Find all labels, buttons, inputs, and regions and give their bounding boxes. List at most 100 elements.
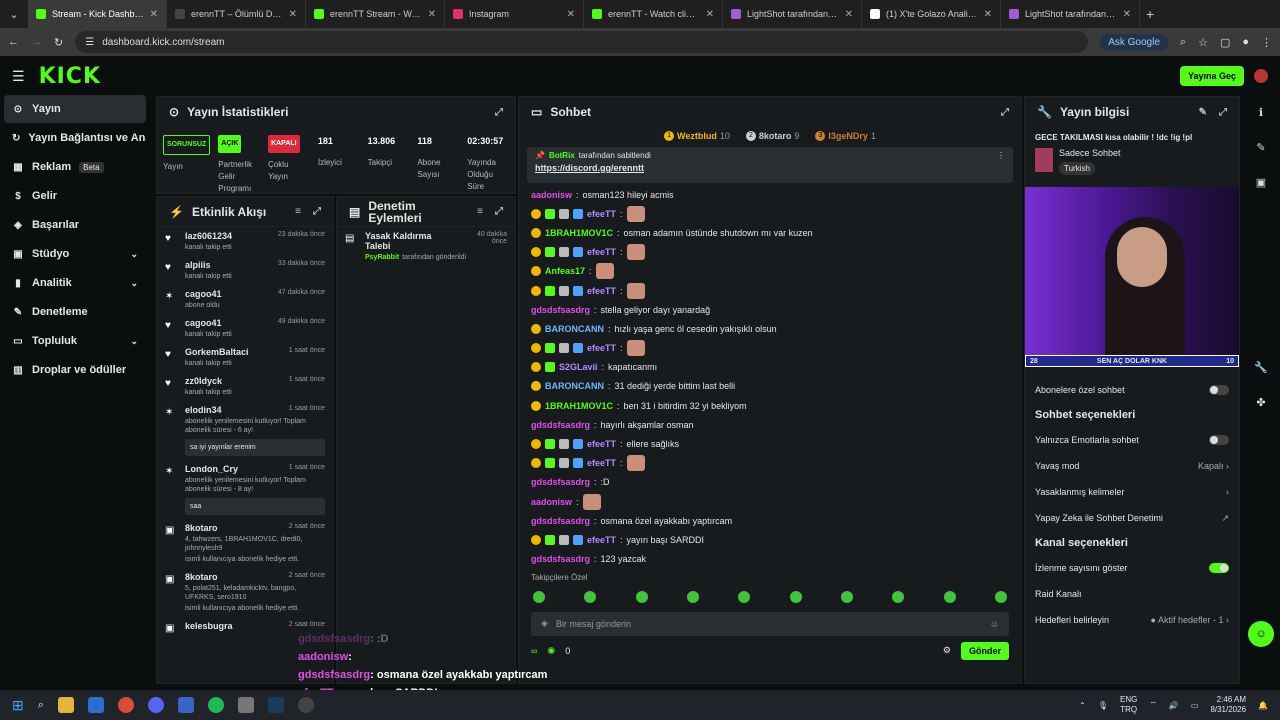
browser-tab[interactable]: erennTT Stream - Watch Li ✕ xyxy=(306,0,445,28)
chat-username[interactable]: BARONCANN xyxy=(545,381,604,391)
chat-username[interactable]: 1BRAH1MOV1C xyxy=(545,228,613,238)
setting-row[interactable]: Raid Kanalı xyxy=(1025,581,1239,607)
activity-user[interactable]: kelesbugra xyxy=(185,621,233,631)
sidebar-item[interactable]: ▦ Reklam Beta xyxy=(4,153,146,181)
browser-tab[interactable]: Stream - Kick Dashboard ✕ xyxy=(28,0,167,28)
zoom-icon[interactable]: ⌕ xyxy=(1180,36,1186,49)
chat-message[interactable]: aadonisw: osman123 hileyi acmis xyxy=(531,185,1009,204)
leaderboard-entry[interactable]: 2 8kotaro 9 xyxy=(745,131,799,141)
activity-item[interactable]: ▣ 8kotaro 2 saat önce 5, polat251, keladamk… xyxy=(157,568,333,617)
close-icon[interactable]: ✕ xyxy=(289,9,297,20)
pinned-link[interactable]: https://discord.gg/erenntt xyxy=(535,163,1005,173)
toggle[interactable] xyxy=(1209,385,1229,395)
layout-icon[interactable]: ▣ xyxy=(1256,176,1266,189)
menu-icon[interactable]: ⋮ xyxy=(1261,36,1272,49)
chat-username[interactable]: gdsdsfsasdrg xyxy=(531,516,590,526)
back-icon[interactable]: ← xyxy=(8,36,19,48)
more-icon[interactable]: ⋮ xyxy=(997,151,1005,160)
activity-user[interactable]: alpiiis xyxy=(185,260,211,270)
chrome-icon[interactable] xyxy=(117,697,134,713)
chevron-down-icon[interactable]: ⌄ xyxy=(130,249,138,260)
chevron-down-icon[interactable]: ⌄ xyxy=(130,278,138,289)
chat-message[interactable]: efeeTT: xyxy=(531,281,1009,300)
close-icon[interactable]: ✕ xyxy=(428,9,436,20)
chat-username[interactable]: efeeTT xyxy=(587,286,616,296)
chat-username[interactable]: efeeTT xyxy=(587,458,616,468)
search-icon[interactable]: ⌕ xyxy=(38,699,44,712)
tab-menu-icon[interactable]: ⌄ xyxy=(0,8,28,21)
setting-row[interactable]: Hedefleri belirleyin ● Aktif hedefler - 1… xyxy=(1025,607,1239,633)
emote-icon[interactable] xyxy=(994,590,1007,603)
browser-tab[interactable]: Instagram ✕ xyxy=(445,0,584,28)
kick-logo[interactable]: KICK xyxy=(39,64,101,89)
chevron-up-icon[interactable]: ⌃ xyxy=(1079,701,1086,710)
close-icon[interactable]: ✕ xyxy=(1123,9,1131,20)
activity-item[interactable]: ▣ 8kotaro 2 saat önce 4, tahwzers, 1BRAH1MO… xyxy=(157,519,333,568)
setting-row[interactable]: Yapay Zeka ile Sohbet Denetimi ↗ xyxy=(1025,505,1239,531)
toggle[interactable] xyxy=(1209,435,1229,445)
chat-message[interactable]: efeeTT: yayın başı SARDDI xyxy=(531,530,1009,549)
chevron-down-icon[interactable]: ⌄ xyxy=(130,336,138,347)
chat-username[interactable]: efeeTT xyxy=(587,209,616,219)
chat-username[interactable]: efeeTT xyxy=(587,343,616,353)
chat-username[interactable]: aadonisw xyxy=(531,497,572,507)
close-icon[interactable]: ✕ xyxy=(150,9,158,20)
ask-google-button[interactable]: Ask Google xyxy=(1100,33,1168,51)
edit-icon[interactable]: ✎ xyxy=(1199,107,1207,118)
emote-icon[interactable] xyxy=(686,590,699,603)
close-icon[interactable]: ✕ xyxy=(845,9,853,20)
activity-item[interactable]: ♥ zz0ldyck 1 saat önce kanalı takip etti xyxy=(157,372,333,401)
setting-value[interactable]: › xyxy=(1226,487,1229,497)
browser-tab[interactable]: (1) X'te Golazo Analiz: "Ta ✕ xyxy=(862,0,1001,28)
chat-username[interactable]: gdsdsfsasdrg xyxy=(531,305,590,315)
url-field[interactable]: ☰ dashboard.kick.com/stream xyxy=(75,31,1089,53)
chat-message[interactable]: 1BRAH1MOV1C: osman adamın üstünde shutdow… xyxy=(531,223,1009,242)
chat-message[interactable]: Anfeas17: xyxy=(531,262,1009,281)
browser-tab[interactable]: LightShot tarafından Ekra ✕ xyxy=(1001,0,1140,28)
activity-user[interactable]: cagoo41 xyxy=(185,289,222,299)
activity-item[interactable]: ♥ cagoo41 49 dakika önce kanalı takip etti xyxy=(157,314,333,343)
setting-row[interactable]: Yavaş mod Kapalı › xyxy=(1025,453,1239,479)
chat-username[interactable]: efeeTT xyxy=(587,535,616,545)
sidebar-item[interactable]: ▭ Topluluk ⌄ xyxy=(4,327,146,355)
battery-icon[interactable]: ▭ xyxy=(1191,701,1199,710)
chat-username[interactable]: Anfeas17 xyxy=(545,266,585,276)
chat-message[interactable]: efeeTT: xyxy=(531,339,1009,358)
chat-username[interactable]: BARONCANN xyxy=(545,324,604,334)
expand-icon[interactable]: ⤢ xyxy=(495,206,503,217)
chat-message[interactable]: gdsdsfsasdrg: hayırlı akşamlar osman xyxy=(531,415,1009,434)
info-icon[interactable]: ℹ xyxy=(1259,106,1263,119)
chat-message[interactable]: gdsdsfsasdrg:123 yazcak xyxy=(531,550,1009,569)
chat-message[interactable]: S2GLavii: kapatıcanmı xyxy=(531,358,1009,377)
chat-username[interactable]: 1BRAH1MOV1C xyxy=(545,401,613,411)
emote-icon[interactable] xyxy=(943,590,956,603)
activity-user[interactable]: London_Cry xyxy=(185,464,238,474)
activity-user[interactable]: laz6061234 xyxy=(185,231,232,241)
activity-item[interactable]: ✶ elodin34 1 saat önce aboneliik yenilemesi… xyxy=(157,401,333,460)
chat-message[interactable]: aadonisw: xyxy=(531,492,1009,511)
toggle[interactable] xyxy=(1209,563,1229,573)
activity-item[interactable]: ✶ London_Cry 1 saat önce aboneliik yenileme… xyxy=(157,460,333,519)
moderation-item[interactable]: ▤ Yasak Kaldırma Talebi 40 dakika önce PsyR… xyxy=(337,227,515,266)
expand-icon[interactable]: ⤢ xyxy=(1219,107,1227,118)
new-tab-icon[interactable]: + xyxy=(1146,6,1154,22)
activity-user[interactable]: elodin34 xyxy=(185,405,222,415)
wrench-icon[interactable]: 🔧 xyxy=(1254,361,1268,374)
puzzle-icon[interactable]: ✤ xyxy=(1256,396,1265,409)
volume-icon[interactable]: 🔊 xyxy=(1169,701,1179,710)
emote-icon[interactable] xyxy=(738,590,751,603)
go-live-button[interactable]: Yayına Geç xyxy=(1179,66,1244,86)
chat-username[interactable]: gdsdsfsasdrg xyxy=(531,477,590,487)
chat-message[interactable]: BARONCANN:31 dediği yerde bittim last be… xyxy=(531,377,1009,396)
bookmark-icon[interactable]: ☆ xyxy=(1198,36,1208,49)
extensions-icon[interactable]: ▢ xyxy=(1220,36,1230,49)
steam-icon[interactable] xyxy=(267,697,284,713)
chat-message[interactable]: 1BRAH1MOV1C: ben 31 i bitirdim 32 yi bekl… xyxy=(531,396,1009,415)
chat-message[interactable]: gdsdsfsasdrg: stella geliyor dayı yanarda… xyxy=(531,300,1009,319)
activity-user[interactable]: 8kotaro xyxy=(185,523,218,533)
activity-user[interactable]: zz0ldyck xyxy=(185,376,222,386)
settings-icon[interactable] xyxy=(237,697,254,713)
chat-username[interactable]: gdsdsfsasdrg xyxy=(531,420,590,430)
activity-user[interactable]: GorkemBaltaci xyxy=(185,347,249,357)
browser-tab[interactable]: erennTT - Watch clips on ✕ xyxy=(584,0,723,28)
